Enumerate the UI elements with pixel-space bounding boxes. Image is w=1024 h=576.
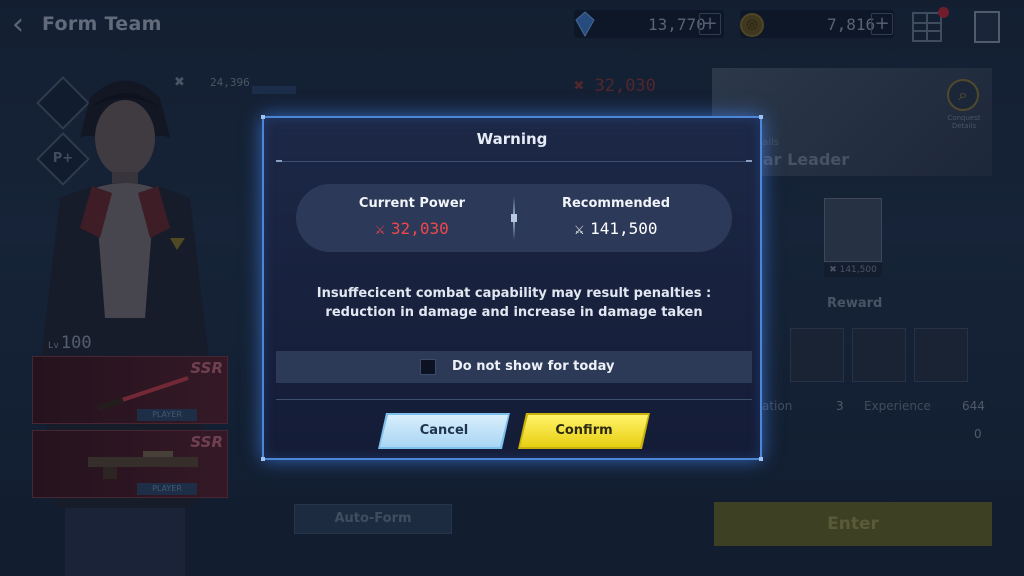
title-divider xyxy=(276,160,752,162)
current-power-block: Current Power ⚔ 32,030 xyxy=(322,196,502,238)
power-separator xyxy=(511,196,517,240)
recommended-power-value: 141,500 xyxy=(590,219,658,238)
cancel-button[interactable]: Cancel xyxy=(380,415,508,447)
frame-corner xyxy=(261,115,265,119)
power-comparison: Current Power ⚔ 32,030 Recommended ⚔ 141,5… xyxy=(296,184,732,252)
recommended-power-readout: ⚔ 141,500 xyxy=(526,219,706,238)
recommended-power-label: Recommended xyxy=(561,196,671,211)
do-not-show-row[interactable]: Do not show for today xyxy=(276,351,752,383)
crossed-swords-icon: ⚔ xyxy=(375,219,385,238)
buttons-divider xyxy=(276,399,752,400)
recommended-power-block: Recommended ⚔ 141,500 xyxy=(526,196,706,238)
crossed-swords-icon: ⚔ xyxy=(574,219,585,238)
current-power-readout: ⚔ 32,030 xyxy=(322,219,502,238)
do-not-show-checkbox[interactable] xyxy=(420,359,436,375)
warning-message: Insuffecicent combat capability may resu… xyxy=(284,284,744,322)
do-not-show-label: Do not show for today xyxy=(452,359,615,374)
frame-corner xyxy=(759,457,763,461)
confirm-button[interactable]: Confirm xyxy=(520,415,648,447)
current-power-value: 32,030 xyxy=(390,219,449,238)
dialog-title: Warning xyxy=(476,130,548,148)
frame-corner xyxy=(759,115,763,119)
frame-corner xyxy=(261,457,265,461)
warning-message-line-1: Insuffecicent combat capability may resu… xyxy=(316,286,712,301)
warning-dialog: Warning Current Power ⚔ 32,030 Recommende… xyxy=(261,115,763,461)
current-power-label: Current Power xyxy=(358,196,466,211)
warning-message-line-2: reduction in damage and increase in dama… xyxy=(325,305,703,320)
